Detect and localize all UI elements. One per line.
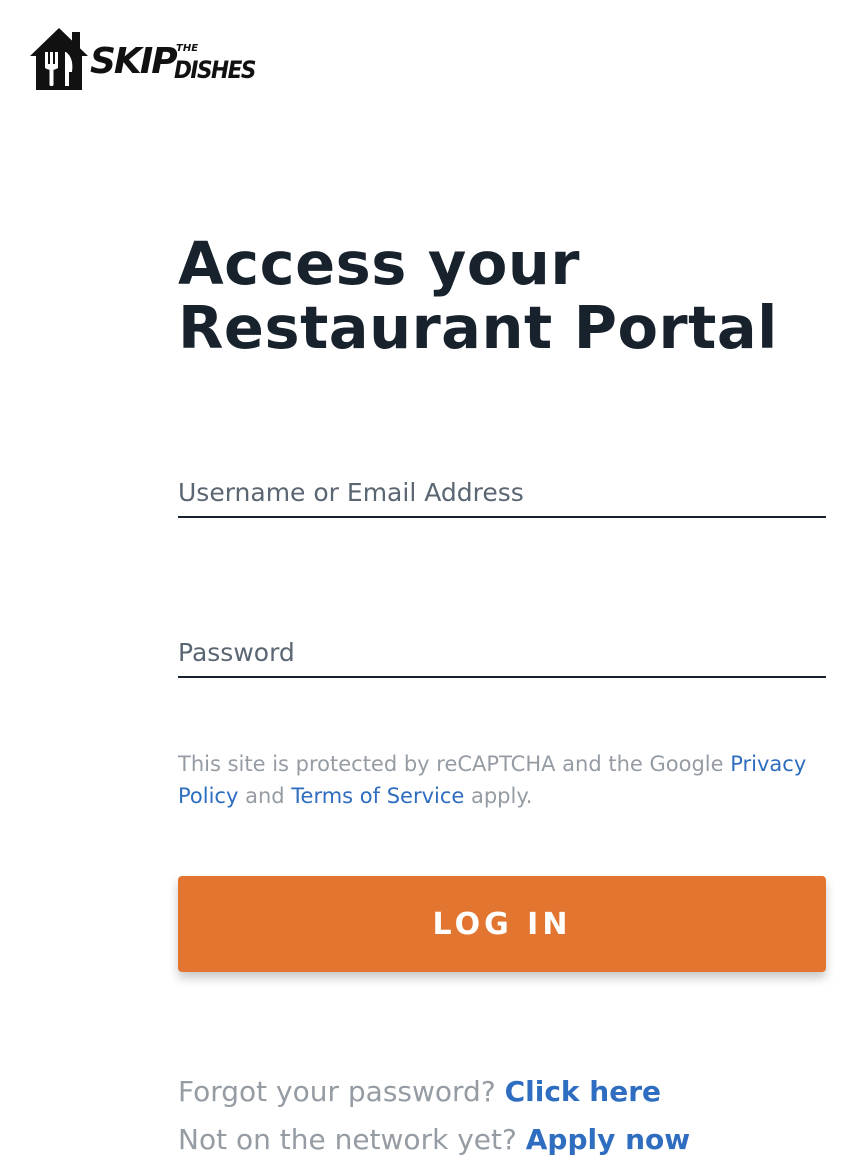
apply-text: Not on the network yet?	[178, 1123, 526, 1156]
apply-line: Not on the network yet? Apply now	[178, 1120, 690, 1160]
logo-the-text: THE	[176, 43, 199, 54]
forgot-password-link[interactable]: Click here	[505, 1075, 661, 1108]
username-input[interactable]	[178, 472, 826, 512]
login-form-container: Access your Restaurant Portal This site …	[178, 232, 826, 1156]
house-with-fork-knife-icon	[30, 28, 88, 90]
recaptcha-notice: This site is protected by reCAPTCHA and …	[178, 748, 826, 812]
terms-of-service-link[interactable]: Terms of Service	[291, 784, 464, 808]
page-title-line-1: Access your	[178, 229, 580, 298]
login-page: SKIP THE DISHES Access your Restaurant P…	[0, 0, 850, 1170]
forgot-password-line: Forgot your password? Click here	[178, 1072, 661, 1112]
page-title-line-2: Restaurant Portal	[178, 293, 778, 362]
password-field	[178, 632, 826, 678]
recaptcha-text-before: This site is protected by reCAPTCHA and …	[178, 752, 731, 776]
password-input[interactable]	[178, 632, 826, 672]
recaptcha-text-after: apply.	[464, 784, 533, 808]
page-title: Access your Restaurant Portal	[178, 232, 826, 360]
apply-now-link[interactable]: Apply now	[526, 1123, 690, 1156]
username-field	[178, 472, 826, 518]
logo-dishes-text: DISHES	[174, 56, 256, 84]
skipthedishes-logo[interactable]: SKIP THE DISHES	[28, 26, 256, 92]
login-button[interactable]: LOG IN	[178, 876, 826, 972]
recaptcha-text-and: and	[238, 784, 292, 808]
logo-skip-text: SKIP	[90, 41, 178, 82]
forgot-password-text: Forgot your password?	[178, 1075, 505, 1108]
